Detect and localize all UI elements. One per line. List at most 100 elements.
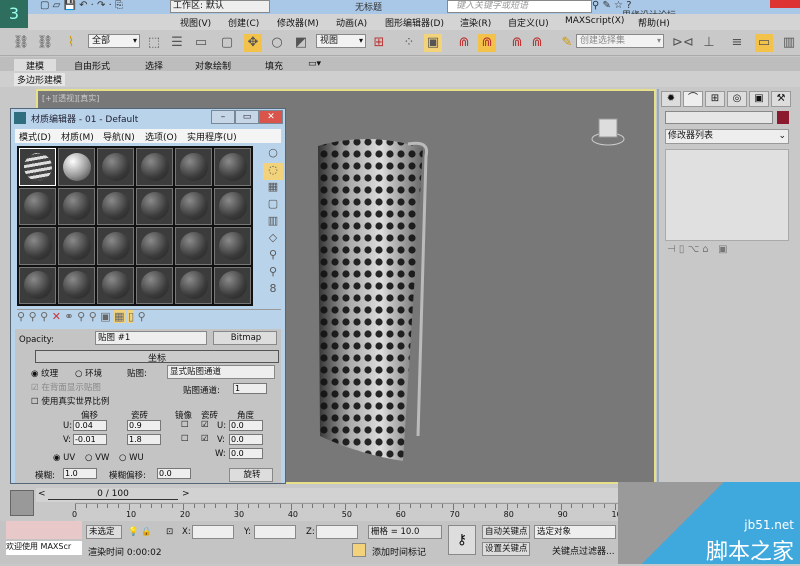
put-to-library-icon[interactable]: ⚲ bbox=[89, 310, 97, 323]
menu-customize[interactable]: 自定义(U) bbox=[508, 16, 549, 29]
put-to-scene-icon[interactable]: ⚲ bbox=[29, 310, 37, 323]
key-filters-button[interactable]: 关键点过滤器... bbox=[552, 544, 615, 557]
material-slot[interactable] bbox=[97, 187, 134, 225]
material-slot[interactable] bbox=[214, 266, 251, 304]
map-name-field[interactable]: 贴图 #1 bbox=[95, 331, 207, 345]
time-slider[interactable]: < 0 / 100 > bbox=[36, 488, 656, 502]
menu-options[interactable]: 选项(O) bbox=[145, 130, 177, 143]
scene-explorer-icon[interactable]: ▭ bbox=[755, 34, 773, 52]
material-slot[interactable] bbox=[58, 266, 95, 304]
u-angle-input[interactable] bbox=[229, 420, 263, 431]
material-slot[interactable] bbox=[19, 187, 56, 225]
environ-radio[interactable]: ○ 环境 bbox=[75, 367, 102, 379]
mapping-dropdown[interactable]: 显式贴图通道 bbox=[167, 365, 275, 379]
material-slot[interactable] bbox=[136, 187, 173, 225]
auto-key-button[interactable]: 自动关键点 bbox=[482, 525, 530, 539]
uv-tiling-icon[interactable]: ▢ bbox=[263, 197, 283, 214]
absolute-mode-icon[interactable]: ⊡ bbox=[166, 527, 173, 537]
scale-icon[interactable]: ◩ bbox=[292, 34, 310, 52]
create-tab-icon[interactable]: ✹ bbox=[661, 91, 681, 107]
pivot-icon[interactable]: ⊞ bbox=[370, 34, 388, 52]
ribbon-options-icon[interactable]: ▭▾ bbox=[308, 59, 321, 69]
selection-filter-dropdown[interactable]: 全部 ▾ bbox=[88, 34, 140, 48]
viewport-label[interactable]: [+][透视][真实] bbox=[42, 93, 99, 104]
select-manipulate-icon[interactable]: ⁘ bbox=[400, 34, 418, 52]
v-offset-input[interactable] bbox=[73, 434, 107, 445]
material-slot[interactable] bbox=[58, 227, 95, 265]
mirror-icon[interactable]: ⊳⊲ bbox=[672, 34, 694, 52]
vw-radio[interactable]: ○ VW bbox=[85, 453, 109, 463]
go-to-parent-icon[interactable]: ⚲ bbox=[138, 310, 146, 323]
snap-toggle-icon[interactable]: ⋒ bbox=[455, 34, 473, 52]
make-preview-icon[interactable]: ◇ bbox=[263, 231, 283, 248]
prev-frame-button[interactable]: < bbox=[38, 489, 46, 499]
angle-snap-icon[interactable]: ⋒ bbox=[508, 34, 526, 52]
background-icon[interactable]: ▦ bbox=[263, 180, 283, 197]
material-slot[interactable] bbox=[136, 227, 173, 265]
texture-radio[interactable]: ◉ 纹理 bbox=[31, 367, 58, 379]
menu-view[interactable]: 视图(V) bbox=[180, 16, 211, 29]
set-key-icon[interactable]: ⚷ bbox=[448, 525, 476, 555]
wu-radio[interactable]: ○ WU bbox=[119, 453, 144, 463]
maximize-button[interactable]: ▭ bbox=[235, 110, 259, 124]
viewcube-icon[interactable] bbox=[590, 113, 626, 149]
material-map-navigator-icon[interactable]: 8 bbox=[263, 282, 283, 299]
snap-2.5-icon[interactable]: ⋒ bbox=[478, 34, 496, 52]
material-slot[interactable] bbox=[175, 227, 212, 265]
rotate-icon[interactable]: ○ bbox=[268, 34, 286, 52]
key-mode-dropdown[interactable]: 选定对象 bbox=[534, 525, 616, 539]
hierarchy-tab-icon[interactable]: ⊞ bbox=[705, 91, 725, 107]
video-color-check-icon[interactable]: ▥ bbox=[263, 214, 283, 231]
menu-material[interactable]: 材质(M) bbox=[61, 130, 94, 143]
show-end-result-icon[interactable]: ▯ bbox=[128, 310, 135, 323]
isolate-icon[interactable]: 💡 🔒 bbox=[128, 527, 152, 537]
modifier-stack[interactable] bbox=[665, 149, 789, 241]
material-id-icon[interactable]: ▣ bbox=[100, 310, 110, 323]
unlink-icon[interactable]: ⛓ bbox=[36, 34, 54, 52]
real-world-scale-checkbox[interactable]: ☐ 使用真实世界比例 bbox=[31, 395, 109, 407]
select-object-icon[interactable]: ⬚ bbox=[145, 34, 163, 52]
material-slot[interactable] bbox=[58, 148, 95, 186]
menu-graph-editors[interactable]: 图形编辑器(D) bbox=[385, 16, 444, 29]
align-icon[interactable]: ⊥ bbox=[700, 34, 718, 52]
menu-utilities[interactable]: 实用程序(U) bbox=[187, 130, 237, 143]
v-tile-checkbox[interactable]: ☑ bbox=[201, 434, 209, 444]
material-slot[interactable] bbox=[136, 148, 173, 186]
coordinates-rollout-header[interactable]: 坐标 bbox=[35, 350, 279, 364]
menu-maxscript[interactable]: MAXScript(X) bbox=[565, 16, 624, 26]
assign-material-icon[interactable]: ⚲ bbox=[40, 310, 48, 323]
material-slot[interactable] bbox=[214, 187, 251, 225]
v-mirror-checkbox[interactable]: ☐ bbox=[181, 434, 189, 444]
keyboard-shortcut-icon[interactable]: ▣ bbox=[424, 34, 442, 52]
material-slot[interactable] bbox=[19, 227, 56, 265]
edit-named-sets-icon[interactable]: ✎ bbox=[558, 34, 576, 52]
uv-radio[interactable]: ◉ UV bbox=[53, 453, 75, 463]
utilities-tab-icon[interactable]: ⚒ bbox=[771, 91, 791, 107]
maxscript-mini-listener[interactable]: 欢迎使用 MAXScr bbox=[6, 541, 82, 555]
app-logo-icon[interactable]: 3 bbox=[0, 0, 28, 28]
select-by-name-icon[interactable]: ☰ bbox=[168, 34, 186, 52]
modifier-list-dropdown[interactable]: 修改器列表 ⌄ bbox=[665, 129, 789, 144]
next-frame-button[interactable]: > bbox=[182, 489, 190, 499]
time-slider-thumb[interactable]: 0 / 100 bbox=[48, 489, 178, 500]
stack-controls-icons[interactable]: ⊣ ▯ ⌥ ⌂ ▣ bbox=[667, 244, 728, 255]
blur-input[interactable] bbox=[63, 468, 97, 479]
w-angle-input[interactable] bbox=[229, 448, 263, 459]
select-by-material-icon[interactable]: ⚲ bbox=[263, 265, 283, 282]
spinner-snap-icon[interactable]: ⋒ bbox=[528, 34, 546, 52]
show-map-icon[interactable]: ▦ bbox=[114, 310, 125, 323]
quick-access-toolbar[interactable]: ▢ ▱ 💾 ↶ · ↷ · ⎘ bbox=[40, 0, 123, 11]
object-name-field[interactable] bbox=[665, 111, 773, 124]
named-selection-dropdown[interactable]: 创建选择集 ▾ bbox=[576, 34, 664, 48]
bind-spacewarp-icon[interactable]: ⌇ bbox=[62, 34, 80, 52]
show-map-on-back-checkbox[interactable]: ☑ 在背面显示贴图 bbox=[31, 381, 101, 393]
maxscript-listener-pink[interactable] bbox=[6, 521, 82, 539]
ref-coord-dropdown[interactable]: 视图 ▾ bbox=[316, 34, 366, 48]
material-slot[interactable] bbox=[97, 266, 134, 304]
v-angle-input[interactable] bbox=[229, 434, 263, 445]
layer-manager-icon[interactable]: ≡ bbox=[728, 34, 746, 52]
material-slot[interactable] bbox=[97, 148, 134, 186]
y-coordinate-field[interactable] bbox=[254, 525, 296, 539]
add-time-tag[interactable]: 添加时间标记 bbox=[372, 545, 426, 558]
copy-material-icon[interactable]: ⚭ bbox=[64, 310, 73, 323]
